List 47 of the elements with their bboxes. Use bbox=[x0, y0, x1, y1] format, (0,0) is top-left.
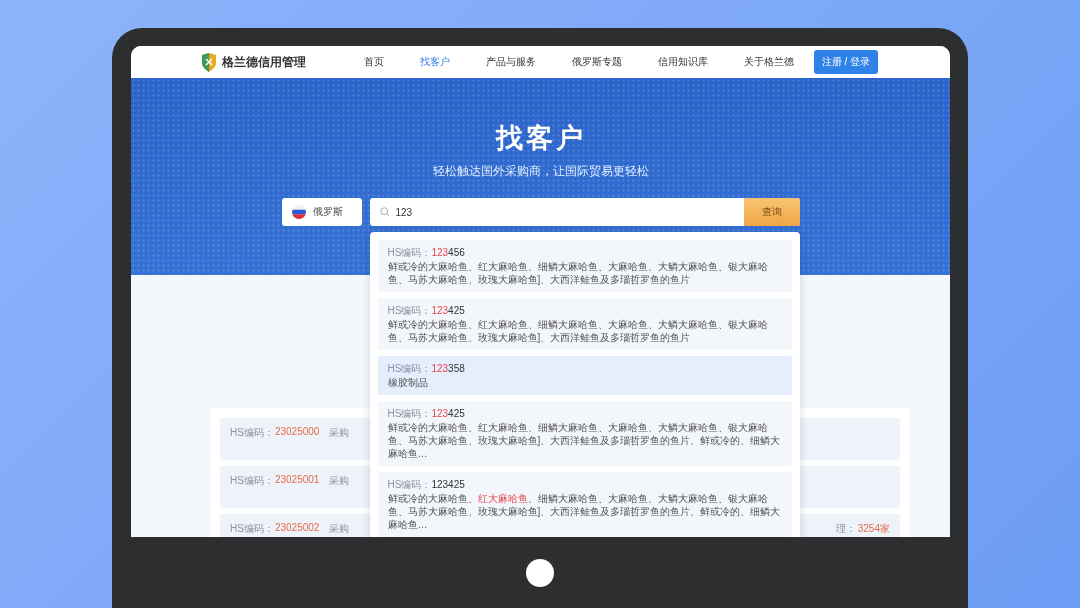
suggestion-item[interactable]: HS编码：123425 鲜或冷的大麻哈鱼、红大麻哈鱼、细鳞大麻哈鱼、大麻哈鱼、大鳞大麻哈鱼、银大麻哈鱼、马苏大麻哈鱼、玫瑰大麻哈鱼]、大西洋鲑鱼及多瑙哲罗鱼的鱼片、鲜或冷的、细鳞大麻哈鱼… bbox=[377, 401, 792, 466]
product-description: 鲜或冷的大麻哈鱼、红大麻哈鱼、细鳞大麻哈鱼、大麻哈鱼、大鳞大麻哈鱼、银大麻哈鱼、马苏大麻哈鱼、玫瑰大麻哈鱼]、大西洋鲑鱼及多瑙哲罗鱼的鱼片 bbox=[387, 260, 769, 286]
suggestion-item[interactable]: HS编码：123456 鲜或冷的大麻哈鱼、红大麻哈鱼、细鳞大麻哈鱼、大麻哈鱼、大鳞大麻哈鱼、银大麻哈鱼、马苏大麻哈鱼、玫瑰大麻哈鱼]、大西洋鲑鱼及多瑙哲罗鱼的鱼片 bbox=[377, 240, 792, 292]
nav-link[interactable]: 关于格兰德 bbox=[744, 55, 794, 69]
search-icon bbox=[379, 207, 390, 217]
hs-code: 23025001 bbox=[274, 474, 320, 487]
search-field[interactable]: 123 查询 bbox=[369, 198, 800, 226]
page-title: 找客户 bbox=[495, 122, 586, 155]
product-description: 鲜或冷的大麻哈鱼、红大麻哈鱼、细鳞大麻哈鱼、大麻哈鱼、大鳞大麻哈鱼、银大麻哈鱼、马苏大麻哈鱼、玫瑰大麻哈鱼]、大西洋鲑鱼及多瑙哲罗鱼的鱼片、鲜或冷的、细鳞大麻哈鱼… bbox=[387, 492, 782, 531]
suggestion-item[interactable]: HS编码：123425 鲜或冷的大麻哈鱼、红大麻哈鱼、细鳞大麻哈鱼、大麻哈鱼、大鳞大麻哈鱼、银大麻哈鱼、马苏大麻哈鱼、玫瑰大麻哈鱼]、大西洋鲑鱼及多瑙哲罗鱼的鱼片、鲜或冷的、细鳞大麻哈鱼… bbox=[377, 472, 792, 537]
search-button[interactable]: 查询 bbox=[743, 198, 800, 226]
hs-code: 23025002 bbox=[274, 522, 320, 535]
hs-code: 23025000 bbox=[274, 426, 320, 439]
nav-link[interactable]: 俄罗斯专题 bbox=[572, 55, 622, 69]
country-select[interactable]: 俄罗斯 bbox=[281, 198, 362, 226]
hs-code: 123456 bbox=[431, 246, 465, 259]
hs-code-label: HS编码： bbox=[387, 478, 432, 491]
nav-link[interactable]: 找客户 bbox=[420, 55, 450, 69]
hs-code: 123425 bbox=[431, 407, 465, 420]
russia-flag-icon bbox=[291, 205, 306, 219]
hs-code-label: HS编码： bbox=[230, 426, 274, 440]
hs-code-label: HS编码： bbox=[387, 407, 432, 420]
suggestion-item[interactable]: HS编码：123358 橡胶制品 bbox=[377, 356, 792, 395]
hs-code-label: HS编码： bbox=[387, 304, 432, 317]
nav-link[interactable]: 信用知识库 bbox=[658, 55, 708, 69]
hs-code: 123425 bbox=[431, 304, 465, 317]
hs-code: 123358 bbox=[431, 362, 465, 375]
site-logo-text: 格兰德信用管理 bbox=[222, 53, 306, 71]
shield-logo-icon bbox=[201, 52, 217, 72]
hs-code-label: HS编码： bbox=[387, 246, 432, 259]
column-text: 理： bbox=[835, 522, 856, 536]
hs-code: 123425 bbox=[431, 478, 465, 491]
nav-link[interactable]: 首页 bbox=[364, 55, 384, 69]
product-description: 鲜或冷的大麻哈鱼、红大麻哈鱼、细鳞大麻哈鱼、大麻哈鱼、大鳞大麻哈鱼、银大麻哈鱼、马苏大麻哈鱼、玫瑰大麻哈鱼]、大西洋鲑鱼及多瑙哲罗鱼的鱼片 bbox=[387, 318, 769, 344]
column-text: 采购 bbox=[329, 522, 350, 536]
product-description: 鲜或冷的大麻哈鱼、红大麻哈鱼、细鳞大麻哈鱼、大麻哈鱼、大鳞大麻哈鱼、银大麻哈鱼、马苏大麻哈鱼、玫瑰大麻哈鱼]、大西洋鲑鱼及多瑙哲罗鱼的鱼片、鲜或冷的、细鳞大麻哈鱼… bbox=[387, 421, 782, 460]
suggestion-item[interactable]: HS编码：123425 鲜或冷的大麻哈鱼、红大麻哈鱼、细鳞大麻哈鱼、大麻哈鱼、大鳞大麻哈鱼、银大麻哈鱼、马苏大麻哈鱼、玫瑰大麻哈鱼]、大西洋鲑鱼及多瑙哲罗鱼的鱼片 bbox=[377, 298, 792, 350]
hs-code-label: HS编码： bbox=[230, 474, 274, 488]
page-subtitle: 轻松触达国外采购商，让国际贸易更轻松 bbox=[432, 163, 649, 180]
hs-code-label: HS编码： bbox=[230, 522, 274, 536]
nav-link[interactable]: 产品与服务 bbox=[486, 55, 536, 69]
hs-code-label: HS编码： bbox=[387, 362, 432, 375]
product-description: 橡胶制品 bbox=[387, 376, 429, 389]
register-login-button[interactable]: 注册 / 登录 bbox=[813, 50, 878, 74]
buyer-count: 3254家 bbox=[857, 522, 890, 536]
column-text: 采购 bbox=[329, 426, 350, 440]
column-text: 采购 bbox=[329, 474, 350, 488]
